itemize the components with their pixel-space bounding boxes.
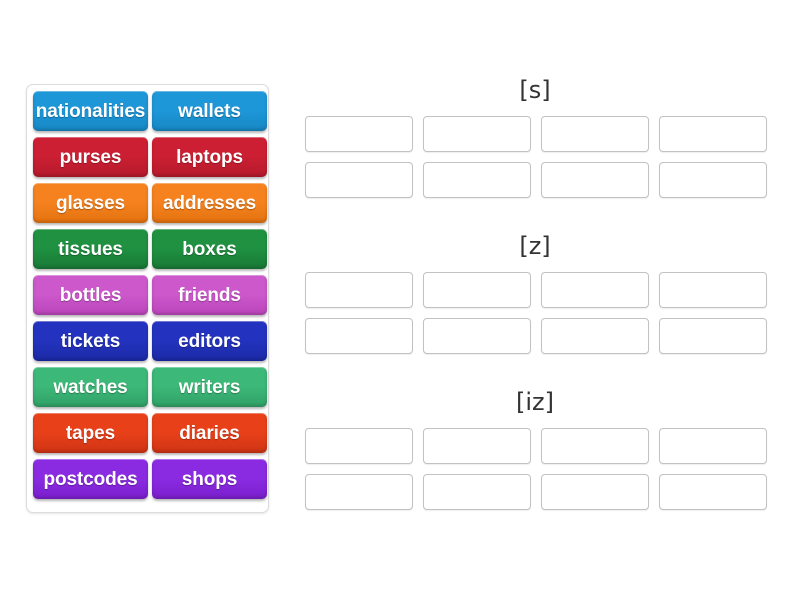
word-tile[interactable]: tickets [33, 321, 148, 361]
drop-slot[interactable] [305, 162, 413, 198]
word-tile[interactable]: nationalities [33, 91, 148, 131]
drop-slot[interactable] [305, 474, 413, 510]
drop-slot[interactable] [305, 428, 413, 464]
word-tile[interactable]: editors [152, 321, 267, 361]
word-tile[interactable]: shops [152, 459, 267, 499]
word-tile[interactable]: friends [152, 275, 267, 315]
drop-slot[interactable] [423, 428, 531, 464]
drop-slot[interactable] [541, 318, 649, 354]
word-tile[interactable]: writers [152, 367, 267, 407]
drop-group-z: [z] [305, 232, 767, 354]
drop-slot[interactable] [659, 474, 767, 510]
word-tile[interactable]: postcodes [33, 459, 148, 499]
drop-group-iz-title: [iz] [516, 388, 554, 416]
drop-slot[interactable] [541, 116, 649, 152]
drop-slot[interactable] [305, 318, 413, 354]
drop-slot[interactable] [423, 474, 531, 510]
drop-slot[interactable] [305, 116, 413, 152]
word-tile[interactable]: boxes [152, 229, 267, 269]
drop-group-s: [s] [305, 76, 767, 198]
drop-group-z-slots [305, 272, 767, 354]
word-tile[interactable]: bottles [33, 275, 148, 315]
drop-slot[interactable] [659, 272, 767, 308]
drop-slot[interactable] [305, 272, 413, 308]
drop-slot[interactable] [541, 272, 649, 308]
word-tile[interactable]: wallets [152, 91, 267, 131]
drop-group-iz: [iz] [305, 388, 767, 510]
drop-slot[interactable] [423, 116, 531, 152]
drop-slot[interactable] [541, 162, 649, 198]
word-tile[interactable]: purses [33, 137, 148, 177]
drop-group-s-slots [305, 116, 767, 198]
drop-slot[interactable] [659, 162, 767, 198]
drop-slot[interactable] [659, 116, 767, 152]
word-bank-panel: nationalities wallets purses laptops glasses… [26, 84, 269, 513]
drop-group-z-title: [z] [519, 232, 551, 260]
word-tile-grid: nationalities wallets purses laptops glasses… [33, 91, 267, 499]
word-tile[interactable]: watches [33, 367, 148, 407]
word-tile[interactable]: glasses [33, 183, 148, 223]
drop-group-iz-slots [305, 428, 767, 510]
drop-slot[interactable] [423, 162, 531, 198]
word-tile[interactable]: laptops [152, 137, 267, 177]
drop-slot[interactable] [541, 428, 649, 464]
drop-slot[interactable] [423, 318, 531, 354]
drop-slot[interactable] [659, 318, 767, 354]
word-tile[interactable]: addresses [152, 183, 267, 223]
activity-stage: nationalities wallets purses laptops glasses… [0, 0, 800, 600]
word-tile[interactable]: diaries [152, 413, 267, 453]
drop-group-s-title: [s] [519, 76, 551, 104]
word-tile[interactable]: tissues [33, 229, 148, 269]
drop-slot[interactable] [659, 428, 767, 464]
word-tile[interactable]: tapes [33, 413, 148, 453]
drop-slot[interactable] [541, 474, 649, 510]
drop-slot[interactable] [423, 272, 531, 308]
